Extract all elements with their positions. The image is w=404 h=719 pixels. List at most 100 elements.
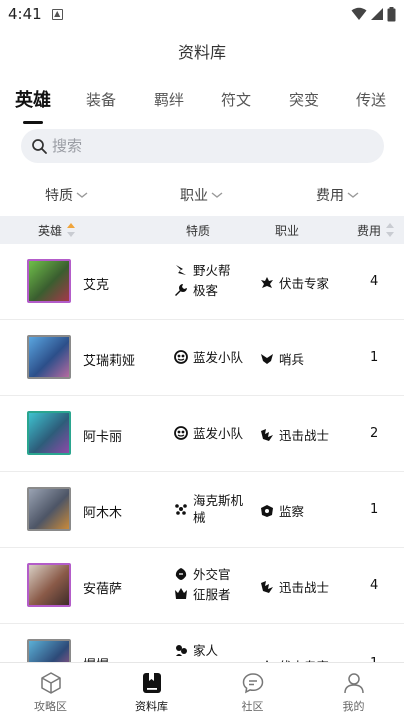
- trait-item: 家人: [174, 642, 254, 659]
- family-icon: [176, 645, 187, 656]
- trait-label: 极客: [193, 283, 219, 298]
- nav-profile[interactable]: 我的: [303, 663, 404, 719]
- trait-label: 征服者: [193, 587, 231, 602]
- hero-traits: 蓝发小队: [174, 425, 254, 445]
- hero-traits: 野火帮 极客: [174, 262, 254, 302]
- trait-label: 外交官: [193, 567, 231, 582]
- class-label: 哨兵: [279, 352, 305, 367]
- column-cost-header[interactable]: 费用: [357, 216, 395, 244]
- squad-icon: [174, 350, 188, 364]
- column-class-header: 职业: [275, 216, 299, 244]
- chevron-down-icon: [347, 192, 359, 198]
- quickstriker-icon: [261, 580, 273, 593]
- filter-cost[interactable]: 费用: [316, 180, 360, 210]
- column-cost-label: 费用: [357, 223, 382, 238]
- nav-community-label: 社区: [241, 700, 264, 713]
- hero-avatar: [27, 411, 71, 455]
- hero-class: 监察: [260, 501, 304, 520]
- cube-icon: [40, 672, 61, 694]
- table-row[interactable]: 安蓓萨 外交官 征服者 迅击战士 4: [0, 548, 404, 624]
- nav-profile-label: 我的: [342, 700, 365, 713]
- hero-class: 伏击专家: [260, 273, 329, 292]
- column-trait-label: 特质: [186, 223, 211, 238]
- hero-list: 艾克 野火帮 极客 伏击专家 4 艾瑞莉娅 蓝发小队 哨兵 1 阿卡丽 蓝发小队…: [0, 244, 404, 664]
- status-icons: [351, 6, 396, 22]
- hero-avatar: [27, 563, 71, 607]
- hero-cost: 4: [370, 274, 379, 289]
- filter-trait[interactable]: 特质: [45, 180, 89, 210]
- hero-name: 安蓓萨: [83, 582, 123, 597]
- table-row[interactable]: 艾瑞莉娅 蓝发小队 哨兵 1: [0, 320, 404, 396]
- squad-icon: [174, 426, 188, 440]
- hero-traits: 海克斯机械: [174, 492, 254, 529]
- ambusher-icon: [261, 276, 273, 288]
- tab-teleport[interactable]: 传送: [338, 89, 404, 110]
- hero-traits: 家人: [174, 642, 254, 662]
- nav-database[interactable]: 资料库: [101, 663, 202, 719]
- header: 资料库: [0, 28, 404, 74]
- wrench-icon: [175, 284, 187, 296]
- hero-cost: 1: [370, 502, 379, 517]
- search-bar[interactable]: [21, 129, 384, 163]
- watcher-icon: [261, 504, 273, 517]
- quickstriker-icon: [261, 428, 273, 441]
- table-row[interactable]: 阿卡丽 蓝发小队 迅击战士 2: [0, 396, 404, 472]
- table-row[interactable]: 艾克 野火帮 极客 伏击专家 4: [0, 244, 404, 320]
- search-input[interactable]: [52, 137, 352, 155]
- trait-item: 外交官: [174, 566, 254, 583]
- trait-label: 家人: [193, 643, 219, 658]
- trait-label: 野火帮: [193, 263, 231, 278]
- filter-class[interactable]: 职业: [180, 180, 224, 210]
- hero-cost: 1: [370, 350, 379, 365]
- tab-items[interactable]: 装备: [66, 89, 136, 110]
- emissary-icon: [175, 568, 187, 580]
- class-label: 迅击战士: [279, 580, 330, 595]
- hero-traits: 蓝发小队: [174, 349, 254, 369]
- image-notification-icon: ▲: [51, 8, 63, 20]
- signal-icon: [371, 8, 383, 20]
- chevron-down-icon: [211, 192, 223, 198]
- class-label: 迅击战士: [279, 428, 330, 443]
- trait-item: 征服者: [174, 586, 254, 603]
- table-header: 英雄 特质 职业 费用: [0, 216, 404, 244]
- trait-item: 海克斯机械: [174, 492, 254, 526]
- chevron-down-icon: [76, 192, 88, 198]
- conqueror-icon: [175, 588, 187, 599]
- hextech-icon: [175, 504, 187, 515]
- page-title: 资料库: [177, 43, 226, 62]
- hero-name: 阿卡丽: [83, 430, 123, 445]
- trait-item: 野火帮: [174, 262, 254, 279]
- trait-label: 蓝发小队: [193, 426, 244, 441]
- tab-runes[interactable]: 符文: [202, 89, 270, 110]
- hero-traits: 外交官 征服者: [174, 566, 254, 606]
- person-icon: [343, 673, 364, 694]
- hero-name: 阿木木: [83, 506, 123, 521]
- nav-guides-label: 攻略区: [34, 700, 67, 713]
- tab-mutations[interactable]: 突变: [270, 89, 338, 110]
- table-row[interactable]: 阿木木 海克斯机械 监察 1: [0, 472, 404, 548]
- hero-avatar: [27, 335, 71, 379]
- nav-guides[interactable]: 攻略区: [0, 663, 101, 719]
- category-tabs: 英雄 装备 羁绊 符文 突变 传送: [0, 78, 404, 120]
- fire-gang-icon: [176, 265, 186, 275]
- hero-name: 艾瑞莉娅: [83, 354, 136, 369]
- tab-traits[interactable]: 羁绊: [136, 89, 202, 110]
- hero-avatar: [27, 639, 71, 664]
- sentinel-icon: [261, 353, 273, 364]
- column-hero-header[interactable]: 英雄: [38, 216, 76, 244]
- table-row[interactable]: 爆爆 家人 伏击专家 1: [0, 624, 404, 664]
- hero-name: 艾克: [83, 278, 110, 293]
- hero-cost: 4: [370, 578, 379, 593]
- filter-cost-label: 费用: [316, 188, 344, 204]
- bottom-nav: 攻略区 资料库 社区 我的: [0, 662, 404, 719]
- nav-database-label: 资料库: [135, 700, 168, 713]
- nav-community[interactable]: 社区: [202, 663, 303, 719]
- tab-heroes[interactable]: 英雄: [0, 86, 66, 112]
- filter-class-label: 职业: [180, 188, 208, 204]
- hero-avatar: [27, 487, 71, 531]
- sort-icon: [386, 223, 395, 237]
- hero-class: 哨兵: [260, 349, 304, 368]
- column-hero-label: 英雄: [38, 223, 63, 238]
- class-label: 监察: [279, 504, 305, 519]
- trait-item: 极客: [174, 282, 254, 299]
